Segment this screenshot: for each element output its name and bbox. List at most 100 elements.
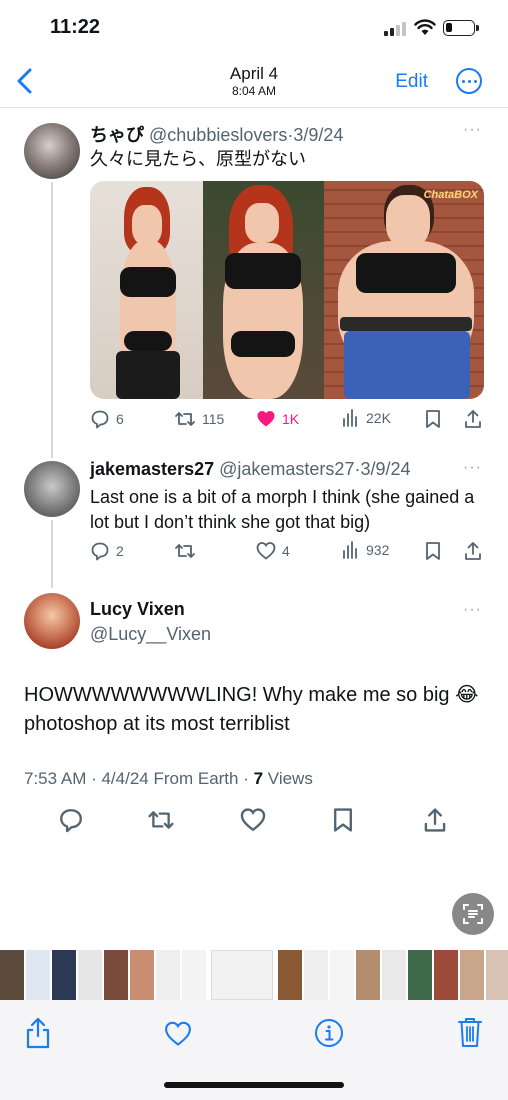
photo-thumbnail[interactable]	[156, 950, 180, 1000]
photo-thumbnail[interactable]	[382, 950, 406, 1000]
photo-thumbnail[interactable]	[78, 950, 102, 1000]
photo-thumbnail[interactable]	[356, 950, 380, 1000]
photos-toolbar	[0, 1000, 508, 1100]
share-icon[interactable]	[423, 807, 447, 833]
repost-icon	[175, 544, 195, 558]
views-label[interactable]: Views	[263, 769, 313, 788]
repost-icon[interactable]	[147, 807, 175, 833]
photo-thumbnail[interactable]	[330, 950, 354, 1000]
wifi-icon	[414, 19, 436, 35]
reply-button[interactable]: 2	[90, 541, 124, 561]
photo-thumbnail[interactable]	[304, 950, 328, 1000]
reply-count: 2	[116, 543, 124, 559]
info-icon[interactable]	[314, 1018, 344, 1048]
repost-count: 115	[202, 411, 225, 427]
tweet-header: jakemasters27 @jakemasters27·3/9/24	[90, 459, 411, 479]
reply-icon	[91, 410, 109, 429]
battery-icon	[443, 20, 479, 36]
views-button[interactable]: 22K	[342, 409, 391, 427]
author-handle[interactable]: @jakemasters27	[219, 459, 354, 479]
author-handle[interactable]: @Lucy__Vixen	[90, 624, 211, 645]
like-count: 4	[282, 543, 290, 559]
photo-thumbnail[interactable]	[0, 950, 24, 1000]
tweet-date[interactable]: 3/9/24	[293, 125, 343, 145]
current-photo-thumbnail[interactable]	[211, 950, 273, 1000]
media-panel	[203, 181, 324, 399]
like-count: 1K	[282, 411, 300, 427]
avatar[interactable]	[24, 123, 80, 179]
thread-line	[51, 520, 53, 588]
cellular-signal-icon	[384, 22, 408, 36]
photo-thumbnail[interactable]	[104, 950, 128, 1000]
media-panel	[90, 181, 203, 399]
reply-count: 6	[116, 411, 124, 427]
tweet-menu-icon[interactable]: ···	[463, 121, 482, 139]
share-icon[interactable]	[464, 541, 482, 561]
main-post-text: HOWWWWWWWWLING! Why make me so big 😂 pho…	[24, 684, 479, 735]
tweet-actions: 6 115 1K 22K	[90, 409, 484, 433]
tweet-header: ちゃぴ @chubbieslovers·3/9/24	[90, 125, 344, 145]
author-name[interactable]: Lucy Vixen	[90, 599, 185, 620]
bookmark-icon[interactable]	[331, 807, 355, 833]
main-post-actions	[56, 807, 456, 835]
share-icon[interactable]	[24, 1016, 52, 1050]
photo-thumbnail[interactable]	[182, 950, 206, 1000]
thread-line	[51, 182, 53, 458]
photo-filmstrip[interactable]	[0, 950, 508, 1000]
status-bar: 11:22	[0, 0, 508, 56]
nav-date: April 4	[229, 64, 279, 83]
tweet-actions: 2 4 932	[90, 541, 484, 565]
post-meta: 7:53 AM · 4/4/24 From Earth · 7 Views	[24, 769, 313, 789]
views-count: 22K	[366, 410, 391, 426]
trash-icon[interactable]	[457, 1016, 483, 1048]
home-indicator	[164, 1082, 344, 1088]
views-icon	[343, 409, 357, 427]
reply-icon	[91, 542, 109, 561]
repost-button[interactable]: 115	[174, 409, 224, 429]
views-button[interactable]: 932	[342, 541, 389, 559]
author-handle[interactable]: @chubbieslovers	[149, 125, 287, 145]
live-text-button[interactable]	[452, 893, 494, 935]
photo-thumbnail[interactable]	[434, 950, 458, 1000]
media-watermark: ChataBOX	[423, 189, 478, 201]
author-name[interactable]: ちゃぴ	[90, 125, 144, 145]
photo-thumbnail[interactable]	[52, 950, 76, 1000]
repost-button[interactable]	[174, 541, 202, 561]
favorite-heart-icon[interactable]	[163, 1020, 193, 1048]
reply-button[interactable]: 6	[90, 409, 124, 429]
author-name[interactable]: jakemasters27	[90, 459, 214, 479]
photo-thumbnail[interactable]	[130, 950, 154, 1000]
tweet-menu-icon[interactable]: ···	[463, 601, 482, 619]
bookmark-icon[interactable]	[424, 541, 442, 561]
tweet-menu-icon[interactable]: ···	[463, 459, 482, 477]
post-timestamp: 7:53 AM · 4/4/24 From Earth ·	[24, 769, 254, 788]
tweet-media[interactable]: ChataBOX	[90, 181, 484, 399]
edit-button[interactable]: Edit	[395, 71, 428, 93]
like-button[interactable]: 4	[256, 541, 290, 561]
avatar[interactable]	[24, 593, 80, 649]
photo-thumbnail[interactable]	[486, 950, 508, 1000]
tweet-text: Last one is a bit of a morph I think (sh…	[90, 487, 475, 532]
photo-thumbnail[interactable]	[460, 950, 484, 1000]
views-count: 932	[366, 542, 390, 558]
photos-nav-bar: April 4 8:04 AM Edit	[0, 56, 508, 108]
more-icon[interactable]	[456, 68, 482, 94]
nav-time: 8:04 AM	[231, 84, 277, 98]
tweet-date[interactable]: 3/9/24	[360, 459, 410, 479]
heart-icon	[257, 411, 275, 427]
views-icon	[343, 541, 357, 559]
like-button[interactable]: 1K	[256, 409, 299, 429]
heart-icon	[256, 542, 276, 560]
media-panel: ChataBOX	[324, 181, 484, 399]
avatar[interactable]	[24, 461, 80, 517]
photo-thumbnail[interactable]	[408, 950, 432, 1000]
photo-thumbnail[interactable]	[278, 950, 302, 1000]
live-text-icon	[463, 904, 483, 924]
bookmark-icon[interactable]	[424, 409, 442, 429]
heart-icon[interactable]	[240, 807, 266, 833]
reply-icon[interactable]	[58, 807, 84, 833]
status-time: 11:22	[50, 16, 101, 38]
views-number: 7	[253, 769, 264, 788]
share-icon[interactable]	[464, 409, 482, 429]
photo-thumbnail[interactable]	[26, 950, 50, 1000]
